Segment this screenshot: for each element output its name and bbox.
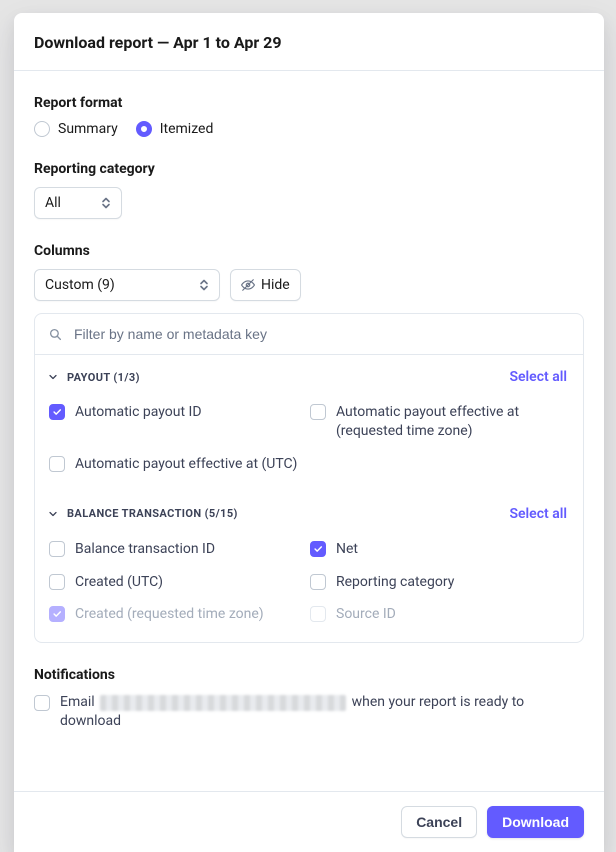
columns-panel: PAYOUT (1/3) Select all Automatic payout… [34,313,584,643]
checkbox-label: Automatic payout effective at (UTC) [75,455,297,474]
columns-label: Columns [34,243,584,259]
column-net[interactable]: Net [310,540,561,559]
updown-caret-icon [199,279,209,291]
radio-summary-label: Summary [58,121,118,137]
column-created-rtz[interactable]: Created (requested time zone) [49,605,300,624]
notification-prefix: Email [60,694,95,710]
checkbox[interactable] [310,606,326,622]
report-format-section: Report format Summary Itemized [34,95,584,137]
report-format-label: Report format [34,95,584,111]
group-header: PAYOUT (1/3) Select all [43,369,567,385]
group-title: PAYOUT (1/3) [67,371,140,384]
radio-itemized-input[interactable] [136,121,152,137]
hide-columns-button[interactable]: Hide [230,269,301,301]
reporting-category-section: Reporting category All [34,161,584,219]
select-all-link[interactable]: Select all [509,369,567,385]
group-items: Automatic payout ID Automatic payout eff… [43,385,567,478]
columns-section: Columns Custom (9) Hide [34,243,584,643]
redacted-email [100,695,346,711]
notifications-section: Notifications Email when your report is … [34,667,584,731]
modal-body: Report format Summary Itemized Reporting… [14,71,604,791]
eye-off-icon [241,278,255,292]
checkbox[interactable] [310,574,326,590]
columns-select-value: Custom (9) [45,277,115,293]
columns-controls: Custom (9) Hide [34,269,584,301]
checkbox-label: Automatic payout ID [75,403,202,422]
radio-itemized[interactable]: Itemized [136,121,214,137]
modal-title: Download report — Apr 1 to Apr 29 [34,33,584,52]
columns-filter-input[interactable] [72,325,569,343]
reporting-category-select[interactable]: All [34,187,122,219]
column-automatic-payout-effective-utc[interactable]: Automatic payout effective at (UTC) [49,455,300,474]
checkbox[interactable] [310,404,326,420]
chevron-down-icon[interactable] [47,508,59,520]
download-button[interactable]: Download [487,806,584,838]
group-title: BALANCE TRANSACTION (5/15) [67,507,238,520]
group-items: Balance transaction ID Net [43,522,567,629]
radio-summary-input[interactable] [34,121,50,137]
column-group-balance-transaction: BALANCE TRANSACTION (5/15) Select all Ba… [35,492,583,643]
cancel-button[interactable]: Cancel [401,806,477,838]
chevron-down-icon[interactable] [47,371,59,383]
columns-select[interactable]: Custom (9) [34,269,220,301]
column-balance-transaction-id[interactable]: Balance transaction ID [49,540,300,559]
checkbox[interactable] [49,541,65,557]
column-automatic-payout-effective-rtz[interactable]: Automatic payout effective at (requested… [310,403,561,441]
column-group-payout: PAYOUT (1/3) Select all Automatic payout… [35,355,583,492]
notification-text: Email when your report is ready to downl… [60,693,584,731]
checkbox-label: Net [336,540,358,559]
checkbox-label: Reporting category [336,573,454,592]
checkbox[interactable] [34,695,50,711]
group-header: BALANCE TRANSACTION (5/15) Select all [43,506,567,522]
columns-filter-row [35,314,583,355]
checkbox[interactable] [310,541,326,557]
checkbox-label: Created (requested time zone) [75,605,264,624]
hide-button-label: Hide [261,277,290,293]
download-report-modal: Download report — Apr 1 to Apr 29 Report… [14,13,604,852]
checkbox[interactable] [49,404,65,420]
reporting-category-value: All [45,195,61,211]
reporting-category-label: Reporting category [34,161,584,177]
notification-email-row[interactable]: Email when your report is ready to downl… [34,693,584,731]
checkbox[interactable] [49,574,65,590]
column-reporting-category[interactable]: Reporting category [310,573,561,592]
modal-footer: Cancel Download [14,791,604,852]
checkbox-label: Automatic payout effective at (requested… [336,403,561,441]
checkbox-label: Balance transaction ID [75,540,215,559]
notifications-label: Notifications [34,667,584,683]
updown-caret-icon [101,197,111,209]
radio-summary[interactable]: Summary [34,121,118,137]
modal-header: Download report — Apr 1 to Apr 29 [14,13,604,71]
report-format-radios: Summary Itemized [34,121,584,137]
search-icon [49,328,62,341]
checkbox-label: Source ID [336,605,396,624]
checkbox[interactable] [49,606,65,622]
checkbox[interactable] [49,456,65,472]
column-created-utc[interactable]: Created (UTC) [49,573,300,592]
column-source-id[interactable]: Source ID [310,605,561,624]
checkbox-label: Created (UTC) [75,573,163,592]
select-all-link[interactable]: Select all [509,506,567,522]
column-automatic-payout-id[interactable]: Automatic payout ID [49,403,300,441]
radio-itemized-label: Itemized [160,121,214,137]
